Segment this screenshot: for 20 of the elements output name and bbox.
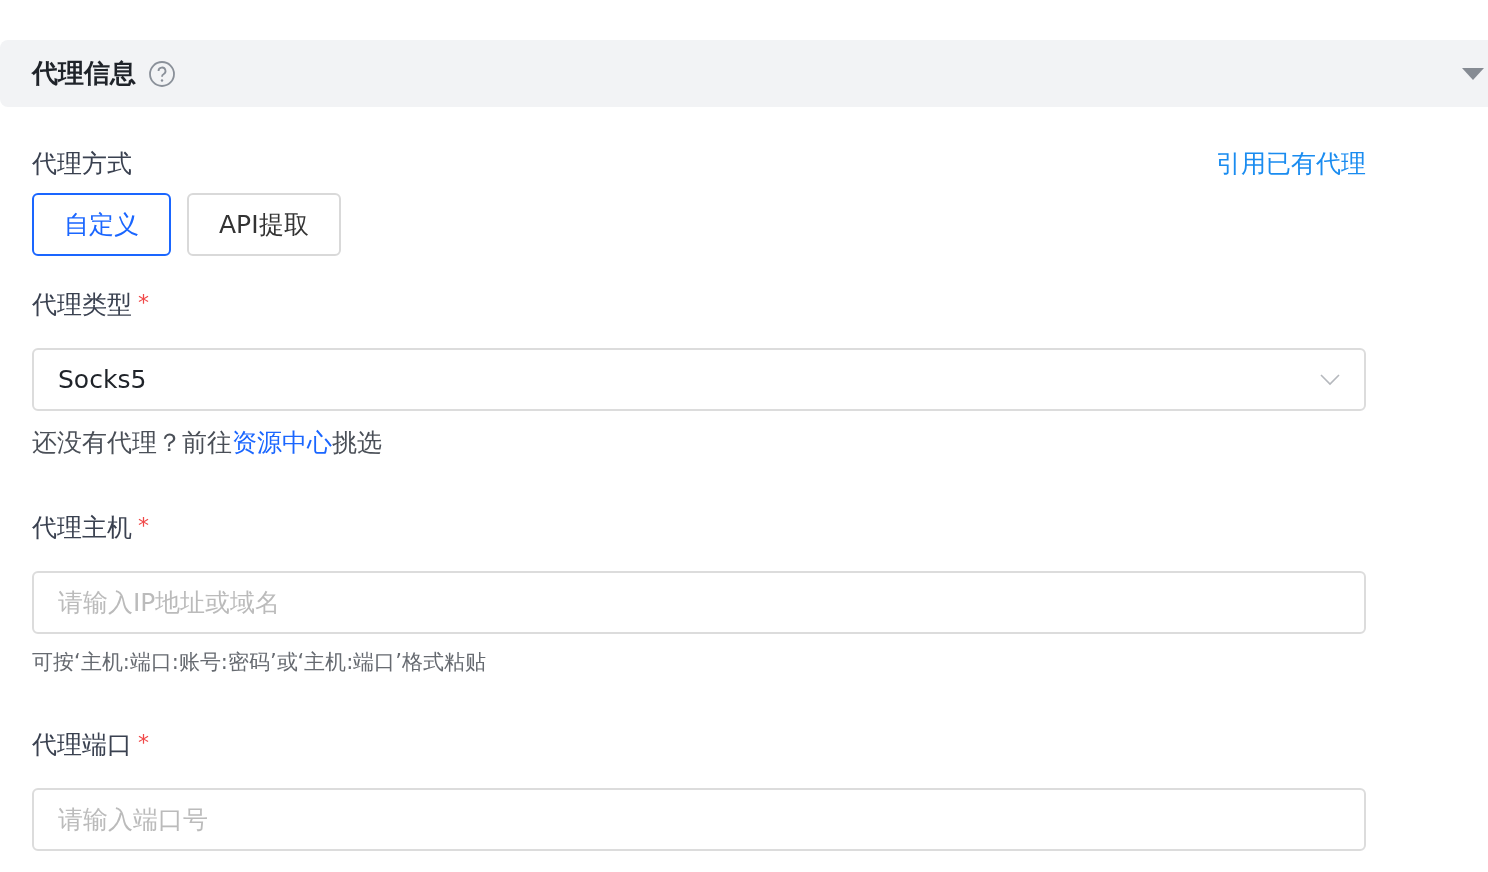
help-icon[interactable] (149, 60, 175, 87)
section-header[interactable]: 代理信息 (0, 40, 1488, 107)
chevron-down-icon (1320, 373, 1340, 386)
option-button[interactable]: 自定义 (32, 193, 171, 256)
option-button[interactable]: API提取 (187, 193, 341, 256)
field-label: 代理类型 (32, 288, 132, 321)
field-label: 代理方式 (32, 147, 132, 180)
required-mark: * (138, 730, 149, 755)
hint-text: 还没有代理？前往资源中心挑选 (32, 427, 383, 459)
resource-center-link[interactable]: 资源中心 (232, 428, 332, 457)
collapse-caret-icon[interactable] (1462, 66, 1484, 81)
select-field[interactable]: Socks5 (32, 348, 1366, 411)
input-field[interactable]: 请输入端口号 (32, 788, 1366, 851)
required-mark: * (138, 513, 149, 538)
input-field[interactable]: 请输入IP地址或域名 (32, 571, 1366, 634)
section-title: 代理信息 (32, 57, 136, 90)
field-label: 代理端口 (32, 728, 132, 761)
help-text: 可按‘主机:端口:账号:密码’或‘主机:端口’格式粘贴 (32, 649, 487, 676)
field-label: 代理主机 (32, 511, 132, 544)
required-mark: * (138, 290, 149, 315)
